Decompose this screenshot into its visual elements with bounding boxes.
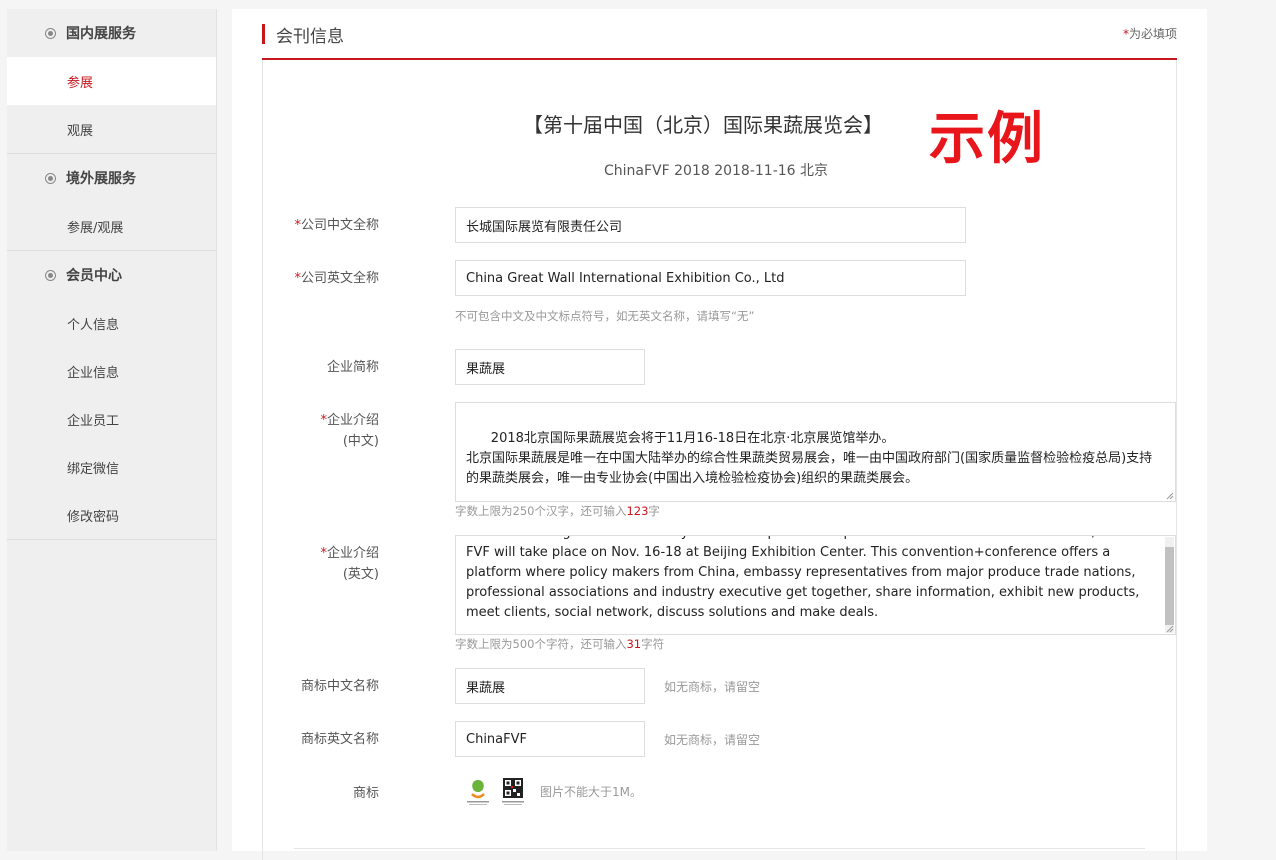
divider <box>294 848 1145 849</box>
resize-handle-icon[interactable] <box>1166 492 1174 500</box>
logo-image-icon[interactable] <box>463 776 493 810</box>
panel-header: 会刊信息 *为必填项 <box>262 9 1177 60</box>
company-en-hint: 不可包含中文及中文标点符号，如无英文名称，请填写“无” <box>455 309 755 323</box>
short-name-input[interactable]: 果蔬展 <box>455 349 645 385</box>
radio-dot-icon <box>45 27 56 39</box>
intro-cn-textarea[interactable]: 2018北京国际果蔬展览会将于11月16-18日在北京·北京展览馆举办。 北京国… <box>455 402 1176 502</box>
form-container: 【第十届中国（北京）国际果蔬展览会】 ChinaFVF 2018 2018-11… <box>262 60 1177 860</box>
resize-handle-icon[interactable] <box>1166 625 1174 633</box>
radio-dot-icon <box>45 172 56 184</box>
company-cn-label: *公司中文全称 <box>294 218 379 233</box>
sidebar-item-label: 参展 <box>67 75 94 91</box>
sidebar: 国内展服务 参展 观展 境外展服务 参展/观展 会员中心 个人信息 企业信息 企… <box>7 9 217 851</box>
intro-cn-text: 2018北京国际果蔬展览会将于11月16-18日在北京·北京展览馆举办。 北京国… <box>466 431 1153 486</box>
brand-cn-input[interactable]: 果蔬展 <box>455 668 645 704</box>
page-title: 会刊信息 <box>276 27 344 47</box>
sidebar-item-label: 修改密码 <box>67 509 120 525</box>
expo-title: 【第十届中国（北京）国际果蔬展览会】 <box>523 113 883 137</box>
qrcode-image-icon[interactable] <box>498 776 528 810</box>
sidebar-item-change-password[interactable]: 修改密码 <box>7 491 216 539</box>
sidebar-item-exhibit[interactable]: 参展 <box>7 57 216 105</box>
sidebar-item-label: 绑定微信 <box>67 461 120 477</box>
radio-dot-icon <box>45 269 56 281</box>
short-name-label: 企业简称 <box>326 360 379 375</box>
logo-label: 商标 <box>352 786 379 801</box>
sidebar-heading-label: 国内展服务 <box>66 26 136 42</box>
intro-en-hint: 字数上限为500个字符，还可输入31字符 <box>455 637 665 651</box>
sidebar-item-exhibit-visit[interactable]: 参展/观展 <box>7 202 216 250</box>
expo-subtitle: ChinaFVF 2018 2018-11-16 北京 <box>604 163 829 179</box>
sidebar-group-overseas: 境外展服务 参展/观展 <box>7 154 216 251</box>
company-cn-input[interactable]: 长城国际展览有限责任公司 <box>455 207 966 243</box>
company-en-input[interactable]: China Great Wall International Exhibitio… <box>455 260 966 296</box>
sidebar-group-member: 会员中心 个人信息 企业信息 企业员工 绑定微信 修改密码 <box>7 251 216 540</box>
sidebar-item-label: 观展 <box>67 123 94 139</box>
brand-cn-hint: 如无商标，请留空 <box>664 680 761 694</box>
sidebar-heading-member[interactable]: 会员中心 <box>7 251 216 299</box>
intro-cn-hint: 字数上限为250个汉字，还可输入123字 <box>455 504 660 518</box>
intro-en-text: China FVF has grown into the only offici… <box>466 536 1140 620</box>
sidebar-item-label: 参展/观展 <box>67 220 124 236</box>
required-note: *为必填项 <box>1122 27 1177 41</box>
company-en-label: *公司英文全称 <box>294 271 379 286</box>
brand-en-label: 商标英文名称 <box>300 732 379 747</box>
sidebar-heading-label: 会员中心 <box>66 268 122 284</box>
intro-en-label: *企业介绍 (英文) <box>320 546 379 582</box>
sidebar-group-domestic: 国内展服务 参展 观展 <box>7 9 216 154</box>
sidebar-item-company-info[interactable]: 企业信息 <box>7 347 216 395</box>
logo-hint: 图片不能大于1M。 <box>540 785 642 799</box>
sidebar-item-label: 个人信息 <box>67 317 120 333</box>
brand-en-input[interactable]: ChinaFVF <box>455 721 645 757</box>
header-accent-bar <box>262 24 265 44</box>
textarea-scrollbar[interactable] <box>1165 537 1174 633</box>
sidebar-heading-overseas[interactable]: 境外展服务 <box>7 154 216 202</box>
intro-cn-label: *企业介绍 (中文) <box>320 413 379 449</box>
brand-en-hint: 如无商标，请留空 <box>664 733 761 747</box>
sidebar-item-label: 企业信息 <box>67 365 120 381</box>
sample-watermark: 示例 <box>929 107 1045 172</box>
sidebar-item-company-staff[interactable]: 企业员工 <box>7 395 216 443</box>
scrollbar-thumb[interactable] <box>1165 547 1174 625</box>
intro-en-textarea[interactable]: China FVF has grown into the only offici… <box>455 535 1176 635</box>
sidebar-heading-label: 境外展服务 <box>66 171 136 187</box>
sidebar-heading-domestic[interactable]: 国内展服务 <box>7 9 216 57</box>
main-panel: 会刊信息 *为必填项 【第十届中国（北京）国际果蔬展览会】 ChinaFVF 2… <box>232 9 1207 860</box>
sidebar-item-visit[interactable]: 观展 <box>7 105 216 153</box>
brand-cn-label: 商标中文名称 <box>300 679 379 694</box>
sidebar-item-personal-info[interactable]: 个人信息 <box>7 299 216 347</box>
sidebar-item-label: 企业员工 <box>67 413 120 429</box>
sidebar-item-bind-wechat[interactable]: 绑定微信 <box>7 443 216 491</box>
